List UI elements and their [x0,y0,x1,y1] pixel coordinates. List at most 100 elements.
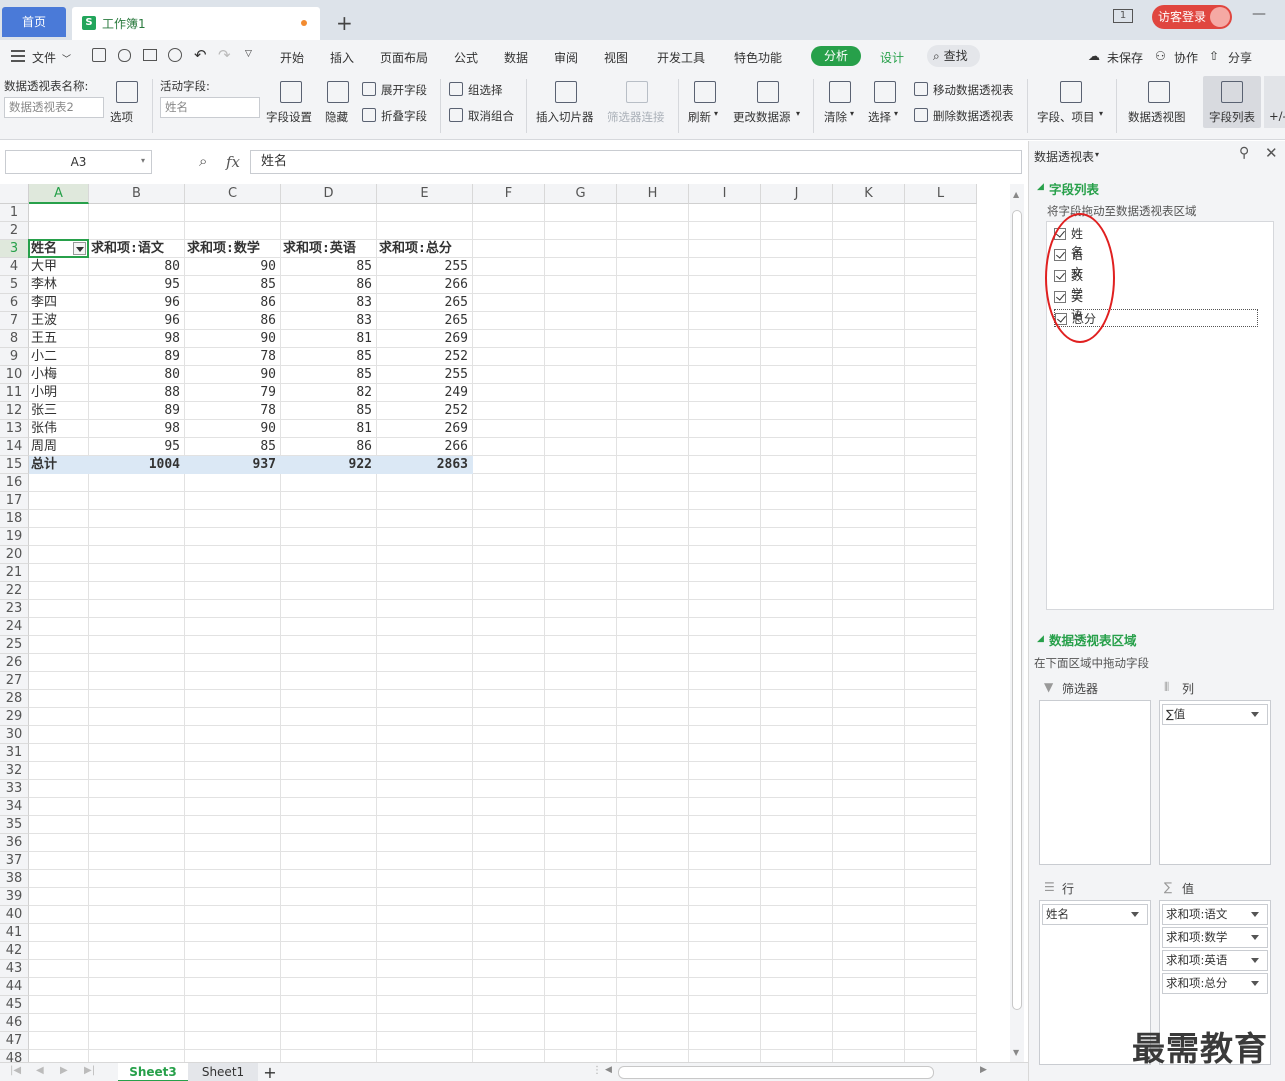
table-cell[interactable]: 80 [91,366,183,384]
collapse-field-icon[interactable] [362,108,376,122]
first-sheet-icon[interactable]: |◀ [10,1065,21,1076]
expand-field-icon[interactable] [362,82,376,96]
column-header[interactable]: K [833,184,905,204]
move-pt-icon[interactable] [914,82,928,96]
filter-zone[interactable] [1039,700,1151,865]
value-item-chinese[interactable]: 求和项:语文 [1162,904,1268,925]
row-header[interactable]: 34 [0,798,29,816]
row-header[interactable]: 25 [0,636,29,654]
group-select-button[interactable]: 组选择 [468,82,503,98]
row-header[interactable]: 28 [0,690,29,708]
slicer-icon[interactable] [555,81,577,103]
value-item-math[interactable]: 求和项:数学 [1162,927,1268,948]
table-cell[interactable]: 252 [379,348,471,366]
table-cell[interactable]: 85 [283,348,375,366]
table-cell[interactable]: 86 [283,438,375,456]
print-icon[interactable] [143,49,157,61]
row-header[interactable]: 46 [0,1014,29,1032]
row-item-name[interactable]: 姓名 [1042,904,1148,925]
table-cell[interactable]: 85 [283,366,375,384]
table-cell[interactable]: 王五 [31,330,87,348]
row-header[interactable]: 13 [0,420,29,438]
menu-file[interactable]: 文件 [32,49,56,66]
pivot-chart-button[interactable]: 数据透视图 [1128,109,1186,125]
next-sheet-icon[interactable]: ▶ [60,1065,68,1076]
collapse-field-button[interactable]: 折叠字段 [381,108,427,124]
tab-home[interactable]: 首页 [2,7,66,37]
prev-sheet-icon[interactable]: ◀ [36,1065,44,1076]
table-cell[interactable]: 80 [91,258,183,276]
column-header[interactable]: I [689,184,761,204]
row-header[interactable]: 7 [0,312,29,330]
menu-analysis[interactable]: 分析 [811,46,861,66]
login-button[interactable]: 访客登录 [1152,5,1232,29]
menu-developer[interactable]: 开发工具 [657,49,705,66]
scroll-up-icon[interactable]: ▲ [1013,190,1019,199]
ungroup-button[interactable]: 取消组合 [468,108,514,124]
value-item-total[interactable]: 求和项:总分 [1162,973,1268,994]
table-cell[interactable]: 李林 [31,276,87,294]
row-header[interactable]: 10 [0,366,29,384]
pane-title-dropdown-icon[interactable]: ▾ [1095,150,1099,159]
row-header[interactable]: 33 [0,780,29,798]
hide-icon[interactable] [327,81,349,103]
menu-special[interactable]: 特色功能 [734,49,782,66]
column-header[interactable]: A [29,184,89,204]
collapse-triangle-icon[interactable]: ◢ [1037,182,1044,192]
table-cell[interactable]: 90 [187,420,279,438]
table-cell[interactable]: 265 [379,294,471,312]
table-cell[interactable]: 96 [91,312,183,330]
scroll-left-icon[interactable]: ◀ [605,1065,612,1075]
column-header[interactable]: F [473,184,545,204]
options-button[interactable]: 选项 [110,109,133,125]
table-cell[interactable]: 249 [379,384,471,402]
row-header[interactable]: 14 [0,438,29,456]
spreadsheet-grid[interactable]: A B C D E F G H I J K L 1 2 3 4 5 6 7 8 9 10 11 12 13 14 15 16 17 18 1… [0,184,1010,1064]
row-header[interactable]: 5 [0,276,29,294]
row-header[interactable]: 27 [0,672,29,690]
table-cell[interactable]: 李四 [31,294,87,312]
delete-pt-button[interactable]: 删除数据透视表 [933,108,1014,124]
expand-field-button[interactable]: 展开字段 [381,82,427,98]
add-sheet-button[interactable]: + [260,1063,280,1081]
delete-pt-icon[interactable] [914,108,928,122]
row-header[interactable]: 41 [0,924,29,942]
table-cell[interactable]: 小二 [31,348,87,366]
row-header[interactable]: 23 [0,600,29,618]
row-header[interactable]: 31 [0,744,29,762]
row-header[interactable]: 38 [0,870,29,888]
clear-icon[interactable] [829,81,851,103]
pane-title[interactable]: 数据透视表 [1034,148,1094,165]
column-header[interactable]: C [185,184,281,204]
clear-button[interactable]: 清除 [824,109,847,125]
row-header[interactable]: 42 [0,942,29,960]
window-layout-icon[interactable]: 1 [1113,9,1133,23]
column-header[interactable]: B [89,184,185,204]
table-cell[interactable]: 89 [91,348,183,366]
table-cell[interactable]: 86 [187,312,279,330]
table-cell[interactable]: 922 [283,456,375,474]
collab-button[interactable]: 协作 [1174,49,1198,66]
undo-icon[interactable]: ↶ [194,46,207,64]
table-cell[interactable]: 王波 [31,312,87,330]
quick-access-dropdown-icon[interactable]: ▽ [245,49,252,59]
table-cell[interactable]: 937 [187,456,279,474]
value-item-english[interactable]: 求和项:英语 [1162,950,1268,971]
menu-formula[interactable]: 公式 [454,49,478,66]
table-cell[interactable]: 98 [91,420,183,438]
table-cell[interactable]: 79 [187,384,279,402]
menu-data[interactable]: 数据 [504,49,528,66]
table-cell[interactable]: 266 [379,438,471,456]
menu-view[interactable]: 视图 [604,49,628,66]
tab-workbook[interactable]: S 工作簿1 [72,7,320,40]
minimize-icon[interactable]: — [1252,6,1266,22]
row-header[interactable]: 35 [0,816,29,834]
fields-items-icon[interactable] [1060,81,1082,103]
table-cell[interactable]: 小明 [31,384,87,402]
fields-items-button[interactable]: 字段、项目 [1037,109,1095,125]
clear-dropdown-icon[interactable]: ▾ [850,109,854,118]
row-header[interactable]: 21 [0,564,29,582]
row-header[interactable]: 29 [0,708,29,726]
pivot-value-header[interactable]: 求和项:英语 [283,240,375,258]
table-cell[interactable]: 90 [187,330,279,348]
